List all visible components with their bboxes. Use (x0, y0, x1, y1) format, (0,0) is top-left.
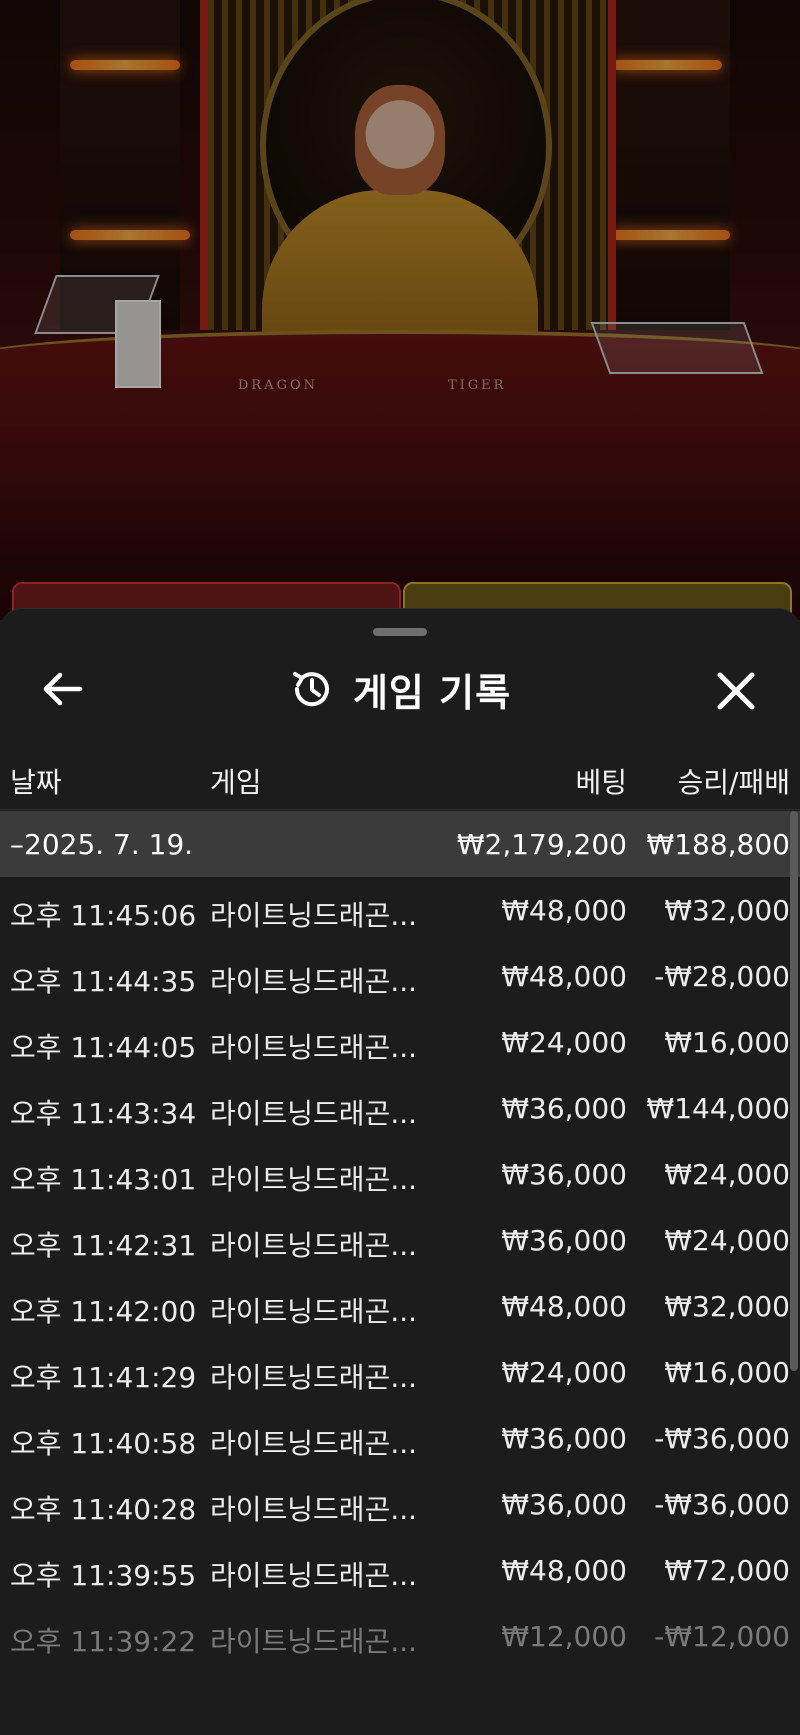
row-bet: ₩36,000 (501, 1488, 627, 1521)
sheet-title-group: 게임 기록 (0, 649, 800, 729)
row-bet: ₩48,000 (501, 1554, 627, 1587)
row-bet: ₩36,000 (501, 1158, 627, 1191)
history-row[interactable]: 오후 11:40:28 라이트닝드래곤... ₩36,000 -₩36,000 (0, 1471, 800, 1537)
sheet-title: 게임 기록 (352, 670, 512, 715)
row-win-loss: ₩144,000 (646, 1092, 790, 1125)
video-dim-overlay (0, 0, 800, 620)
row-game: 라이트닝드래곤... (210, 1031, 418, 1064)
sheet-header: 게임 기록 (0, 649, 800, 729)
row-game: 라이트닝드래곤... (210, 1625, 418, 1658)
date-group-row[interactable]: –2025. 7. 19. ₩2,179,200 ₩188,800 (0, 811, 800, 877)
close-button[interactable] (710, 665, 762, 717)
row-win-loss: ₩32,000 (664, 894, 790, 927)
row-win-loss: -₩28,000 (654, 960, 790, 993)
row-time: 오후 11:39:55 (10, 1559, 197, 1592)
history-row[interactable]: 오후 11:44:35 라이트닝드래곤... ₩48,000 -₩28,000 (0, 943, 800, 1009)
history-row[interactable]: 오후 11:39:55 라이트닝드래곤... ₩48,000 ₩72,000 (0, 1537, 800, 1603)
group-total-bet: ₩2,179,200 (456, 828, 627, 861)
group-date: –2025. 7. 19. (10, 828, 194, 861)
history-row[interactable]: 오후 11:39:22 라이트닝드래곤... ₩12,000 -₩12,000 (0, 1603, 800, 1669)
column-header-date[interactable]: 날짜 (10, 761, 62, 801)
row-game: 라이트닝드래곤... (210, 1097, 418, 1130)
row-game: 라이트닝드래곤... (210, 1361, 418, 1394)
row-time: 오후 11:42:31 (10, 1229, 197, 1262)
row-time: 오후 11:43:01 (10, 1163, 197, 1196)
history-row[interactable]: 오후 11:42:00 라이트닝드래곤... ₩48,000 ₩32,000 (0, 1273, 800, 1339)
row-game: 라이트닝드래곤... (210, 1493, 418, 1526)
history-icon (292, 672, 329, 707)
row-win-loss: -₩36,000 (654, 1488, 790, 1521)
row-time: 오후 11:41:29 (10, 1361, 197, 1394)
row-game: 라이트닝드래곤... (210, 1427, 418, 1460)
row-bet: ₩48,000 (501, 960, 627, 993)
history-row[interactable]: 오후 11:44:05 라이트닝드래곤... ₩24,000 ₩16,000 (0, 1009, 800, 1075)
drag-handle[interactable] (373, 628, 427, 636)
history-row[interactable]: 오후 11:40:58 라이트닝드래곤... ₩36,000 -₩36,000 (0, 1405, 800, 1471)
row-bet: ₩36,000 (501, 1422, 627, 1455)
row-time: 오후 11:40:58 (10, 1427, 197, 1460)
row-bet: ₩36,000 (501, 1224, 627, 1257)
row-win-loss: ₩24,000 (664, 1158, 790, 1191)
row-win-loss: ₩16,000 (664, 1026, 790, 1059)
row-win-loss: ₩72,000 (664, 1554, 790, 1587)
row-bet: ₩48,000 (501, 894, 627, 927)
back-button[interactable] (38, 667, 90, 711)
row-time: 오후 11:44:35 (10, 965, 197, 998)
row-win-loss: -₩12,000 (654, 1620, 790, 1653)
column-header-bet[interactable]: 베팅 (575, 761, 627, 801)
row-time: 오후 11:44:05 (10, 1031, 197, 1064)
row-game: 라이트닝드래곤... (210, 965, 418, 998)
row-win-loss: ₩24,000 (664, 1224, 790, 1257)
row-bet: ₩12,000 (501, 1620, 627, 1653)
column-header-game[interactable]: 게임 (210, 761, 262, 801)
row-time: 오후 11:43:34 (10, 1097, 197, 1130)
row-win-loss: ₩32,000 (664, 1290, 790, 1323)
history-row[interactable]: 오후 11:42:31 라이트닝드래곤... ₩36,000 ₩24,000 (0, 1207, 800, 1273)
close-icon (717, 672, 755, 710)
header-divider (0, 809, 800, 810)
row-game: 라이트닝드래곤... (210, 1163, 418, 1196)
row-bet: ₩48,000 (501, 1290, 627, 1323)
row-bet: ₩24,000 (501, 1026, 627, 1059)
row-bet: ₩36,000 (501, 1092, 627, 1125)
history-row[interactable]: 오후 11:45:06 라이트닝드래곤... ₩48,000 ₩32,000 (0, 877, 800, 943)
row-win-loss: -₩36,000 (654, 1422, 790, 1455)
column-header-win-loss[interactable]: 승리/패배 (678, 761, 790, 801)
history-row[interactable]: 오후 11:43:34 라이트닝드래곤... ₩36,000 ₩144,000 (0, 1075, 800, 1141)
row-game: 라이트닝드래곤... (210, 1559, 418, 1592)
row-time: 오후 11:42:00 (10, 1295, 197, 1328)
row-time: 오후 11:40:28 (10, 1493, 197, 1526)
live-video-feed: DRAGON TIGER (0, 0, 800, 620)
row-time: 오후 11:39:22 (10, 1625, 197, 1658)
group-total-win-loss: ₩188,800 (646, 828, 790, 861)
row-time: 오후 11:45:06 (10, 899, 197, 932)
arrow-left-icon (43, 672, 83, 706)
row-bet: ₩24,000 (501, 1356, 627, 1389)
game-history-sheet: 게임 기록 날짜 게임 베팅 승리/패배 –2025. 7. 19. ₩2,17… (0, 608, 800, 1735)
row-win-loss: ₩16,000 (664, 1356, 790, 1389)
row-game: 라이트닝드래곤... (210, 1295, 418, 1328)
scrollbar[interactable] (790, 811, 798, 1371)
row-game: 라이트닝드래곤... (210, 899, 418, 932)
history-row[interactable]: 오후 11:43:01 라이트닝드래곤... ₩36,000 ₩24,000 (0, 1141, 800, 1207)
history-row[interactable]: 오후 11:41:29 라이트닝드래곤... ₩24,000 ₩16,000 (0, 1339, 800, 1405)
row-game: 라이트닝드래곤... (210, 1229, 418, 1262)
